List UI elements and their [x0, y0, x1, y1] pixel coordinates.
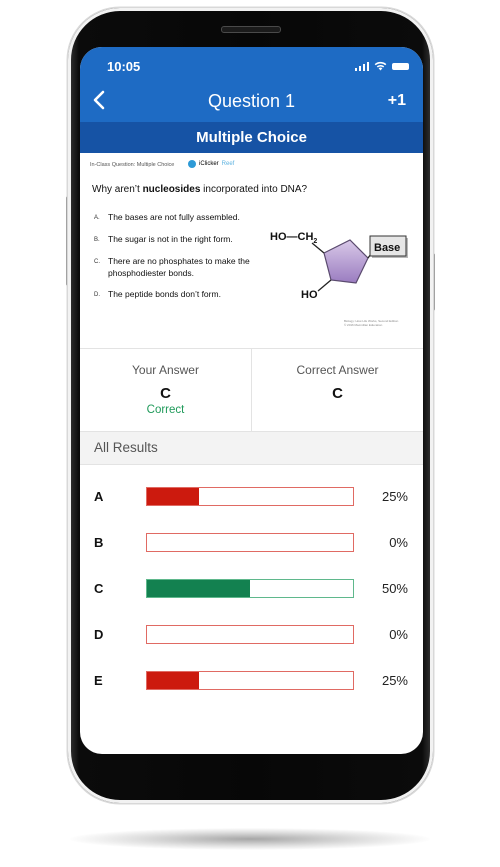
ho-ch2-label: HO—CH2	[270, 231, 317, 245]
sugar-ring	[323, 239, 369, 284]
result-row: B 0%	[80, 533, 423, 579]
option-item: D. The peptide bonds don’t form.	[94, 288, 253, 301]
brand-name: iClicker	[199, 161, 219, 167]
result-bar	[146, 579, 354, 598]
option-item: C. There are no phosphates to make the ph…	[94, 255, 253, 279]
option-key: D.	[94, 292, 100, 298]
question-text-start: Why aren’t	[92, 184, 143, 195]
option-list: A. The bases are not fully assembled. B. T…	[94, 211, 253, 310]
result-letter: D	[94, 627, 104, 642]
correct-answer-value: C	[332, 385, 343, 402]
nucleoside-diagram: HO—CH2 HO Base	[270, 231, 408, 301]
your-answer-label: Your Answer	[132, 363, 199, 377]
your-answer-value: C	[160, 385, 171, 402]
question-type-bar: Multiple Choice	[80, 122, 423, 153]
question-text-end: incorporated into DNA?	[200, 184, 308, 195]
option-text: The bases are not fully assembled.	[108, 212, 240, 222]
result-percent: 0%	[389, 627, 408, 642]
option-text: There are no phosphates to make the phos…	[108, 256, 250, 278]
results-heading: All Results	[80, 432, 423, 465]
option-text: The sugar is not in the right form.	[108, 234, 233, 244]
phone-shadow	[70, 828, 430, 850]
result-bar-fill	[147, 488, 199, 505]
result-bar	[146, 671, 354, 690]
question-text: Why aren’t nucleosides incorporated into…	[92, 184, 307, 195]
your-answer: Your Answer C Correct	[80, 349, 251, 431]
option-text: The peptide bonds don’t form.	[108, 289, 221, 299]
brand-suffix: Reef	[221, 161, 235, 167]
result-bar-fill	[147, 580, 250, 597]
result-letter: C	[94, 581, 104, 596]
speaker-grille	[221, 26, 281, 33]
page-title: Question 1	[207, 91, 296, 111]
iclicker-icon	[188, 160, 196, 168]
phone-screen: 10:05 Question 1 +1 Multiple Choice In-C…	[80, 47, 423, 754]
result-percent: 50%	[381, 581, 408, 596]
result-row: E 25%	[80, 671, 423, 717]
result-bar-fill	[147, 672, 199, 689]
status-time: 10:05	[107, 59, 141, 74]
result-bar	[146, 625, 354, 644]
brand-logo: iClicker Reef	[188, 160, 234, 168]
option-key: A.	[94, 215, 100, 221]
result-percent: 0%	[389, 535, 408, 550]
option-item: A. The bases are not fully assembled.	[94, 211, 253, 224]
result-letter: A	[94, 489, 104, 504]
result-bar	[146, 533, 354, 552]
results-list: A 25% B 0% C 50% D 0% E 25%	[80, 465, 423, 717]
plus-one-button[interactable]: +1	[388, 92, 406, 110]
question-keyword: nucleosides	[142, 184, 201, 195]
signal-icon	[354, 62, 369, 71]
result-letter: B	[94, 535, 104, 550]
option-key: B.	[94, 237, 100, 243]
question-slide: In-Class Question: Multiple Choice iClic…	[80, 153, 423, 349]
ho-label: HO	[301, 289, 318, 301]
status-icons	[354, 61, 409, 71]
option-key: C.	[94, 259, 100, 265]
correct-answer-label: Correct Answer	[296, 363, 379, 377]
result-row: A 25%	[80, 487, 423, 533]
result-bar	[146, 487, 354, 506]
result-row: C 50%	[80, 579, 423, 625]
result-percent: 25%	[381, 673, 408, 688]
credit-line: © 2016 Macmillan Education	[344, 323, 383, 327]
image-credit: Biology: How Life Works, Second Edition …	[344, 319, 404, 327]
answer-status: Correct	[146, 404, 185, 416]
option-item: B. The sugar is not in the right form.	[94, 233, 253, 246]
result-percent: 25%	[381, 489, 408, 504]
base-label: Base	[374, 242, 400, 254]
question-meta: In-Class Question: Multiple Choice	[90, 162, 175, 168]
result-row: D 0%	[80, 625, 423, 671]
result-letter: E	[94, 673, 103, 688]
answer-summary: Your Answer C Correct Correct Answer C	[80, 349, 423, 432]
correct-answer: Correct Answer C	[251, 349, 423, 431]
wifi-icon	[374, 61, 387, 71]
battery-icon	[392, 63, 409, 70]
app-bar: 10:05 Question 1 +1	[80, 47, 423, 122]
